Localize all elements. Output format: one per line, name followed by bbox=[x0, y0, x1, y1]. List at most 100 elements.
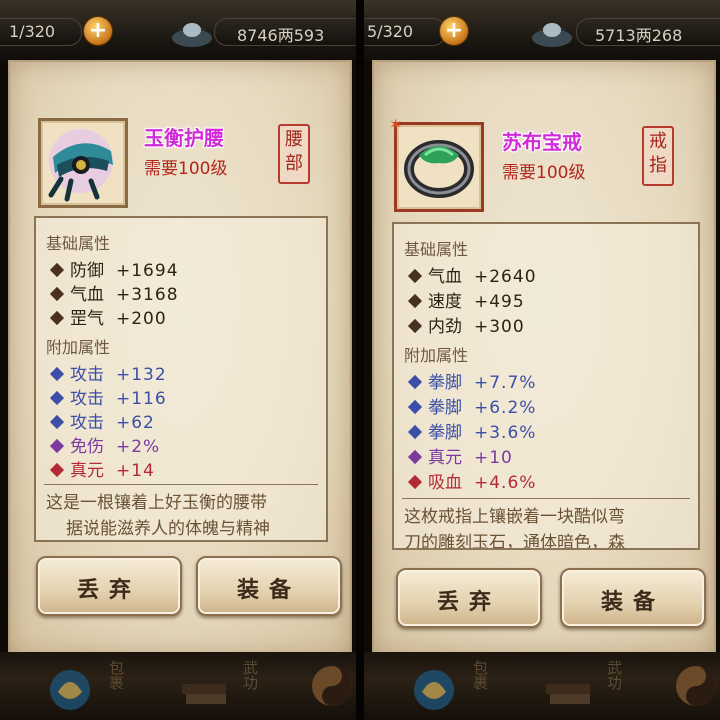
stat-name: 防御 bbox=[70, 261, 104, 281]
base-stat-row: 速度 +495 bbox=[406, 287, 525, 312]
stat-value: +4.6% bbox=[474, 473, 537, 493]
bag-icon bbox=[414, 670, 454, 710]
stat-value: +62 bbox=[116, 413, 155, 433]
item-icon-frame: ✶ bbox=[389, 115, 484, 212]
bag-tab[interactable]: 包裹 bbox=[40, 660, 130, 716]
stat-value: +200 bbox=[116, 309, 167, 329]
equipment-slot-seal: 戒指 bbox=[642, 126, 674, 186]
diamond-bullet-icon bbox=[49, 366, 65, 382]
stat-value: +14 bbox=[116, 461, 155, 481]
skill-tab-label: 武功 bbox=[241, 660, 259, 690]
extra-stat-row: 攻击 +132 bbox=[48, 360, 167, 385]
divider bbox=[44, 484, 318, 485]
inventory-counter-pill: 5/320 bbox=[364, 18, 446, 46]
bag-tab-label: 包裹 bbox=[107, 660, 125, 690]
diamond-bullet-icon bbox=[49, 462, 65, 478]
stat-name: 拳脚 bbox=[428, 373, 462, 393]
skill-tab-label: 武功 bbox=[605, 660, 623, 690]
diamond-bullet-icon bbox=[49, 310, 65, 326]
equipment-slot-label: 戒指 bbox=[649, 131, 667, 176]
add-slot-plus-icon[interactable]: + bbox=[84, 17, 112, 45]
stat-name: 速度 bbox=[428, 292, 462, 312]
extra-stat-row: 拳脚 +6.2% bbox=[406, 393, 536, 418]
currency-pill: 5713两268 bbox=[576, 18, 720, 46]
base-stat-row: 罡气 +200 bbox=[48, 304, 167, 329]
discard-button-label: 丢弃 bbox=[76, 578, 141, 603]
book-stack-icon bbox=[182, 674, 226, 704]
sycee-silver-icon bbox=[532, 23, 572, 47]
jade-ring-icon bbox=[404, 140, 474, 198]
diamond-bullet-icon bbox=[407, 293, 423, 309]
skill-tab[interactable]: 武功 bbox=[174, 660, 264, 716]
stat-name: 气血 bbox=[428, 267, 462, 287]
item-description-line2: 刀的雕刻玉石，通体暗色，森 bbox=[404, 533, 625, 550]
stat-name: 真元 bbox=[70, 461, 104, 481]
book-stack-icon bbox=[546, 674, 590, 704]
extra-stat-row: 攻击 +116 bbox=[48, 384, 167, 409]
stat-name: 内劲 bbox=[428, 317, 462, 337]
stat-value: +300 bbox=[474, 317, 525, 337]
item-description-line1: 这枚戒指上镶嵌着一块酷似弯 bbox=[404, 507, 625, 527]
base-stat-row: 气血 +3168 bbox=[48, 280, 179, 305]
star-badge-icon: ✶ bbox=[389, 115, 403, 134]
yin-yang-icon[interactable] bbox=[310, 664, 354, 708]
item-panel-right: 5/320 + 5713两268 ✶ 苏布宝戒 需要100级 戒指 基础属性 气… bbox=[364, 0, 720, 720]
skill-tab[interactable]: 武功 bbox=[538, 660, 628, 716]
stat-value: +116 bbox=[116, 389, 167, 409]
diamond-bullet-icon bbox=[407, 424, 423, 440]
extra-stat-row: 真元 +14 bbox=[48, 456, 155, 481]
level-requirement: 需要100级 bbox=[144, 159, 228, 179]
diamond-bullet-icon bbox=[407, 374, 423, 390]
currency-pill: 8746两593 bbox=[214, 18, 356, 46]
stat-value: +132 bbox=[116, 365, 167, 385]
item-name: 玉衡护腰 bbox=[144, 126, 224, 150]
item-description-line1: 这是一根镶着上好玉衡的腰带 bbox=[46, 493, 267, 513]
bag-tab[interactable]: 包裹 bbox=[404, 660, 494, 716]
stat-value: +1694 bbox=[116, 261, 179, 281]
stat-name: 气血 bbox=[70, 285, 104, 305]
equipment-slot-seal: 腰部 bbox=[278, 124, 310, 184]
stat-name: 罡气 bbox=[70, 309, 104, 329]
base-attributes-title: 基础属性 bbox=[404, 240, 469, 259]
diamond-bullet-icon bbox=[407, 449, 423, 465]
stat-value: +3168 bbox=[116, 285, 179, 305]
diamond-bullet-icon bbox=[49, 286, 65, 302]
currency-amount: 8746两593 bbox=[237, 26, 325, 45]
discard-button[interactable]: 丢弃 bbox=[36, 556, 182, 616]
diamond-bullet-icon bbox=[49, 262, 65, 278]
extra-attributes-title: 附加属性 bbox=[404, 346, 469, 365]
diamond-bullet-icon bbox=[407, 474, 423, 490]
base-attributes-title: 基础属性 bbox=[46, 234, 111, 253]
stat-name: 拳脚 bbox=[428, 398, 462, 418]
stat-name: 攻击 bbox=[70, 365, 104, 385]
equip-button[interactable]: 装备 bbox=[560, 568, 706, 628]
extra-stat-row: 拳脚 +3.6% bbox=[406, 418, 536, 443]
equip-button[interactable]: 装备 bbox=[196, 556, 342, 616]
add-slot-plus-icon[interactable]: + bbox=[440, 17, 468, 45]
extra-stat-row: 吸血 +4.6% bbox=[406, 468, 537, 493]
stat-name: 真元 bbox=[428, 448, 462, 468]
base-stat-row: 防御 +1694 bbox=[48, 256, 179, 281]
bag-tab-label: 包裹 bbox=[471, 660, 489, 690]
discard-button[interactable]: 丢弃 bbox=[396, 568, 542, 628]
extra-stat-row: 免伤 +2% bbox=[48, 432, 161, 457]
item-name: 苏布宝戒 bbox=[502, 130, 582, 154]
currency-amount: 5713两268 bbox=[595, 26, 683, 45]
extra-stat-row: 攻击 +62 bbox=[48, 408, 155, 433]
stat-value: +2% bbox=[116, 437, 161, 457]
diamond-bullet-icon bbox=[49, 390, 65, 406]
stat-name: 吸血 bbox=[428, 473, 462, 493]
yin-yang-icon[interactable] bbox=[674, 664, 718, 708]
inventory-counter: 5/320 bbox=[367, 22, 414, 41]
stat-name: 免伤 bbox=[70, 437, 104, 457]
equip-button-label: 装备 bbox=[236, 578, 301, 603]
attribute-box: 基础属性 气血 +2640 速度 +495 内劲 +300 附加属性 拳脚 +7.7% … bbox=[392, 222, 700, 550]
stat-name: 攻击 bbox=[70, 389, 104, 409]
stat-name: 攻击 bbox=[70, 413, 104, 433]
equip-button-label: 装备 bbox=[600, 590, 665, 615]
top-status-bar: 5/320 + 5713两268 bbox=[364, 0, 720, 62]
bag-icon bbox=[50, 670, 90, 710]
stat-value: +495 bbox=[474, 292, 525, 312]
bottom-nav-bar: 包裹 武功 bbox=[0, 652, 356, 720]
extra-stat-row: 拳脚 +7.7% bbox=[406, 368, 536, 393]
